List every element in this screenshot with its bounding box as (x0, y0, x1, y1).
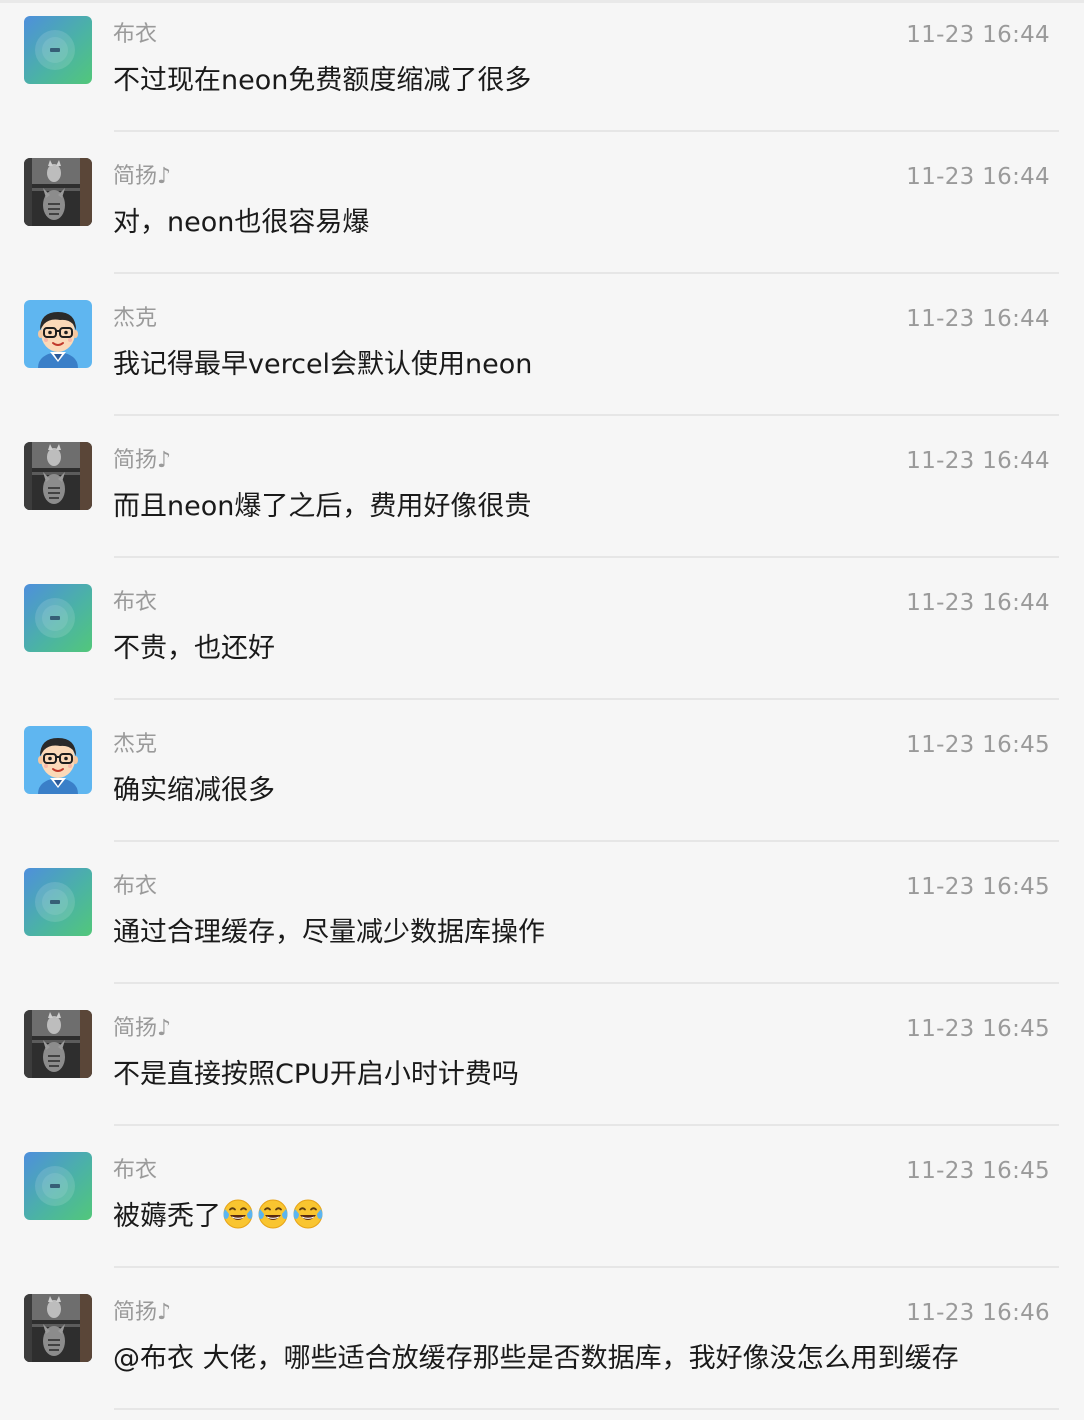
message-text-content: 不是直接按照CPU开启小时计费吗 (113, 1059, 519, 1090)
tears-of-joy-emoji (221, 1197, 255, 1231)
message-item[interactable]: 布衣 11-23 16:44 不贵，也还好 (0, 568, 1084, 710)
sender-name[interactable]: 布衣 (113, 20, 157, 50)
message-item[interactable]: 简扬♪ 11-23 16:44 对，neon也很容易爆 (0, 142, 1084, 284)
message-item[interactable]: 简扬♪ 11-23 16:46 @布衣 大佬，哪些适合放缓存那些是否数据库，我好像没… (0, 1278, 1084, 1420)
timestamp: 11-23 16:45 (906, 1158, 1050, 1184)
message-text: 通过合理缓存，尽量减少数据库操作 (113, 913, 545, 953)
message-item[interactable]: 简扬♪ 11-23 16:45 不是直接按照CPU开启小时计费吗 (0, 994, 1084, 1136)
tears-of-joy-emoji (291, 1197, 325, 1231)
timestamp: 11-23 16:45 (906, 874, 1050, 900)
message-text: 而且neon爆了之后，费用好像很贵 (113, 487, 531, 527)
avatar[interactable] (24, 158, 92, 226)
message-text: @布衣 大佬，哪些适合放缓存那些是否数据库，我好像没怎么用到缓存 (113, 1339, 959, 1379)
timestamp: 11-23 16:44 (906, 306, 1050, 332)
message-item[interactable]: 布衣 11-23 16:45 通过合理缓存，尽量减少数据库操作 (0, 852, 1084, 994)
sender-name[interactable]: 杰克 (113, 730, 157, 760)
avatar[interactable] (24, 726, 92, 794)
message-divider (114, 414, 1059, 416)
cat-tiger-reflection-photo (24, 1294, 92, 1362)
sender-name[interactable]: 简扬♪ (113, 446, 171, 476)
timestamp: 11-23 16:44 (906, 448, 1050, 474)
sender-name[interactable]: 简扬♪ (113, 1298, 171, 1328)
timestamp: 11-23 16:45 (906, 1016, 1050, 1042)
message-text-content: 确实缩减很多 (113, 775, 275, 806)
message-item[interactable]: 简扬♪ 11-23 16:44 而且neon爆了之后，费用好像很贵 (0, 426, 1084, 568)
message-text-content: 不贵，也还好 (113, 633, 275, 664)
timestamp: 11-23 16:45 (906, 732, 1050, 758)
message-divider (114, 698, 1059, 700)
message-item[interactable]: 布衣 11-23 16:44 不过现在neon免费额度缩减了很多 (0, 0, 1084, 142)
message-divider (114, 272, 1059, 274)
message-text-content: @布衣 大佬，哪些适合放缓存那些是否数据库，我好像没怎么用到缓存 (113, 1343, 959, 1374)
message-item[interactable]: 杰克 11-23 16:45 确实缩减很多 (0, 710, 1084, 852)
timestamp: 11-23 16:44 (906, 22, 1050, 48)
message-text: 对，neon也很容易爆 (113, 203, 369, 243)
gradient-avatar-icon (24, 1152, 92, 1220)
avatar[interactable] (24, 1152, 92, 1220)
timestamp: 11-23 16:44 (906, 164, 1050, 190)
cat-tiger-reflection-photo (24, 158, 92, 226)
avatar[interactable] (24, 300, 92, 368)
timestamp: 11-23 16:46 (906, 1300, 1050, 1326)
message-text: 不是直接按照CPU开启小时计费吗 (113, 1055, 519, 1095)
sender-name[interactable]: 杰克 (113, 304, 157, 334)
message-text: 不贵，也还好 (113, 629, 275, 669)
sender-name[interactable]: 简扬♪ (113, 1014, 171, 1044)
message-divider (114, 1408, 1059, 1410)
avatar[interactable] (24, 1294, 92, 1362)
message-divider (114, 982, 1059, 984)
sender-name[interactable]: 布衣 (113, 1156, 157, 1186)
message-text-content: 而且neon爆了之后，费用好像很贵 (113, 491, 532, 522)
tears-of-joy-emoji (256, 1197, 290, 1231)
message-divider (114, 1266, 1059, 1268)
gradient-avatar-icon (24, 584, 92, 652)
avatar[interactable] (24, 584, 92, 652)
message-divider (114, 556, 1059, 558)
message-text-content: 不过现在neon免费额度缩减了很多 (113, 65, 532, 96)
sender-name[interactable]: 布衣 (113, 872, 157, 902)
timestamp: 11-23 16:44 (906, 590, 1050, 616)
message-text-content: 我记得最早vercel会默认使用neon (113, 349, 533, 380)
message-divider (114, 130, 1059, 132)
message-text-content: 被薅秃了 (113, 1201, 221, 1232)
message-text-content: 对，neon也很容易爆 (113, 207, 370, 238)
message-text: 我记得最早vercel会默认使用neon (113, 345, 532, 385)
sender-name[interactable]: 简扬♪ (113, 162, 171, 192)
cartoon-boy-glasses-avatar (24, 726, 92, 794)
message-text: 被薅秃了 (113, 1197, 326, 1237)
gradient-avatar-icon (24, 868, 92, 936)
cat-tiger-reflection-photo (24, 1010, 92, 1078)
gradient-avatar-icon (24, 16, 92, 84)
avatar[interactable] (24, 868, 92, 936)
cartoon-boy-glasses-avatar (24, 300, 92, 368)
message-text: 不过现在neon免费额度缩减了很多 (113, 61, 531, 101)
message-item[interactable]: 布衣 11-23 16:45 被薅秃了 (0, 1136, 1084, 1278)
cat-tiger-reflection-photo (24, 442, 92, 510)
message-divider (114, 1124, 1059, 1126)
avatar[interactable] (24, 16, 92, 84)
message-item[interactable]: 杰克 11-23 16:44 我记得最早vercel会默认使用neon (0, 284, 1084, 426)
avatar[interactable] (24, 442, 92, 510)
message-text: 确实缩减很多 (113, 771, 275, 811)
message-divider (114, 840, 1059, 842)
sender-name[interactable]: 布衣 (113, 588, 157, 618)
avatar[interactable] (24, 1010, 92, 1078)
message-text-content: 通过合理缓存，尽量减少数据库操作 (113, 917, 545, 948)
